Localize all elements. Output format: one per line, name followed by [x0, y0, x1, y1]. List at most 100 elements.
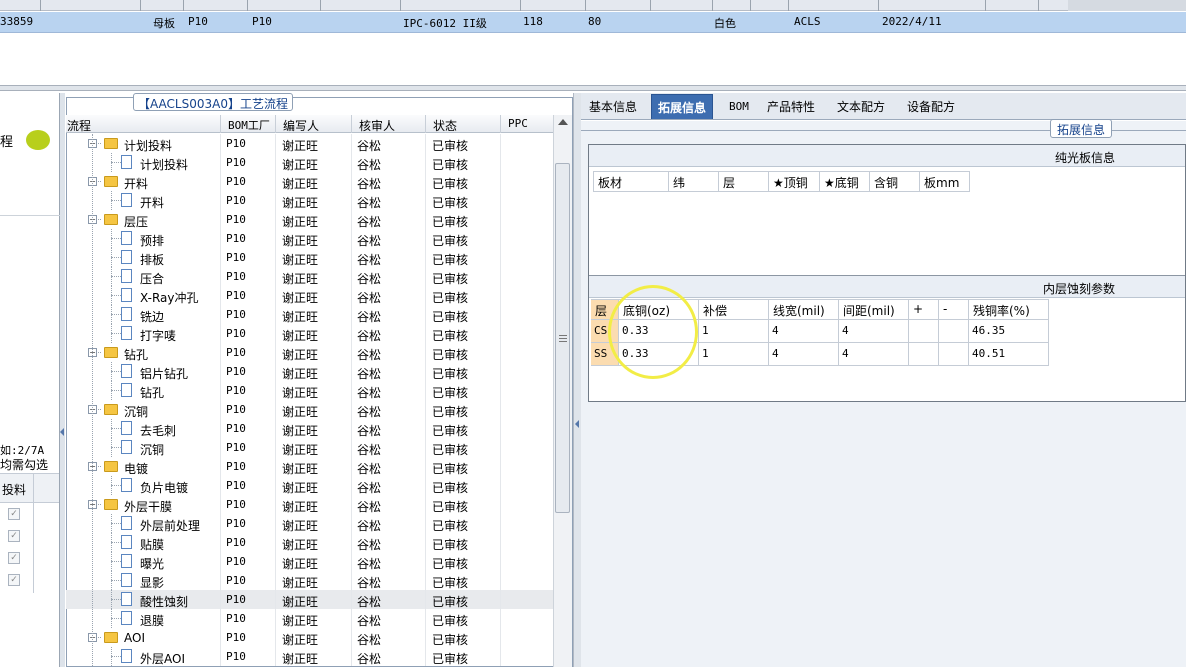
document-icon — [121, 383, 132, 397]
inner-etch-cell[interactable] — [909, 320, 939, 343]
col-header-writer[interactable]: 编写人 — [283, 117, 319, 134]
status-cell: 已审核 — [432, 652, 469, 666]
reviewer-cell: 谷松 — [357, 158, 382, 172]
flow-tree-row[interactable]: − AOI P10 谢正旺 谷松 已审核 — [66, 628, 553, 647]
flow-tree-row[interactable]: 铝片钻孔 P10 谢正旺 谷松 已审核 — [66, 362, 553, 381]
top-grid-scroll[interactable] — [1068, 0, 1186, 11]
writer-cell: 谢正旺 — [282, 519, 319, 533]
bom-factory-cell: P10 — [226, 422, 246, 435]
tab-product-features[interactable]: 产品特性 — [761, 94, 821, 119]
flow-tree-row[interactable]: 酸性蚀刻 P10 谢正旺 谷松 已审核 — [66, 590, 553, 609]
flow-tree-row[interactable]: 负片电镀 P10 谢正旺 谷松 已审核 — [66, 476, 553, 495]
flow-tree-row[interactable]: 开料 P10 谢正旺 谷松 已审核 — [66, 191, 553, 210]
col-header-reviewer[interactable]: 核审人 — [359, 117, 395, 134]
inner-etch-cell[interactable] — [939, 320, 969, 343]
inner-etch-col-header[interactable]: 线宽(mil) — [769, 299, 839, 320]
reviewer-cell: 谷松 — [357, 652, 382, 666]
flow-tree-row[interactable]: 退膜 P10 谢正旺 谷松 已审核 — [66, 609, 553, 628]
flow-step-name: 钻孔 — [124, 348, 149, 362]
tab-text-recipe[interactable]: 文本配方 — [831, 94, 891, 119]
flow-tree-row[interactable]: 预排 P10 谢正旺 谷松 已审核 — [66, 229, 553, 248]
bom-factory-cell: P10 — [226, 327, 246, 340]
flow-tree-row[interactable]: 去毛刺 P10 谢正旺 谷松 已审核 — [66, 419, 553, 438]
col-header-ppc[interactable]: PPC — [508, 117, 528, 130]
flow-tree-row[interactable]: 显影 P10 谢正旺 谷松 已审核 — [66, 571, 553, 590]
tab-extended-info[interactable]: 拓展信息 — [651, 94, 714, 119]
flow-tree-row[interactable]: − 开料 P10 谢正旺 谷松 已审核 — [66, 172, 553, 191]
col-header-flow[interactable]: 流程 — [67, 117, 91, 134]
top-grid-selected-row[interactable]: 33859 母板 P10 P10 IPC-6012 II级 118 80 白色 … — [0, 12, 1186, 33]
flow-tree-row[interactable]: 排板 P10 谢正旺 谷松 已审核 — [66, 248, 553, 267]
flow-tree-row[interactable]: 打字唛 P10 谢正旺 谷松 已审核 — [66, 324, 553, 343]
tab-basic-info[interactable]: 基本信息 — [583, 94, 643, 119]
inner-etch-cell[interactable]: 40.51 — [969, 343, 1049, 366]
feed-checkbox[interactable]: ✓ — [8, 530, 20, 542]
flow-tree-row[interactable]: − 外层干膜 P10 谢正旺 谷松 已审核 — [66, 495, 553, 514]
tab-equipment-recipe[interactable]: 设备配方 — [901, 94, 961, 119]
flow-tree-row[interactable]: 钻孔 P10 谢正旺 谷松 已审核 — [66, 381, 553, 400]
flow-scroll-thumb[interactable] — [555, 163, 570, 513]
light-board-col-header[interactable]: 纬 — [669, 171, 719, 192]
inner-etch-cell[interactable]: 4 — [769, 343, 839, 366]
flow-tree-row[interactable]: − 钻孔 P10 谢正旺 谷松 已审核 — [66, 343, 553, 362]
document-icon — [121, 592, 132, 606]
tab-bom[interactable]: BOM — [723, 94, 755, 119]
flow-tree-row[interactable]: 计划投料 P10 谢正旺 谷松 已审核 — [66, 153, 553, 172]
flow-tree-row[interactable]: − 电镀 P10 谢正旺 谷松 已审核 — [66, 457, 553, 476]
light-board-col-header[interactable]: ★顶铜 — [769, 171, 820, 192]
inner-etch-cell[interactable]: 4 — [839, 320, 909, 343]
feed-checkbox[interactable]: ✓ — [8, 552, 20, 564]
inner-etch-col-header[interactable]: + — [909, 299, 939, 320]
inner-etch-cell[interactable] — [939, 343, 969, 366]
light-board-col-header[interactable]: 层 — [719, 171, 769, 192]
inner-etch-cell[interactable]: 1 — [699, 320, 769, 343]
light-board-col-header[interactable]: 板mm — [920, 171, 970, 192]
writer-cell: 谢正旺 — [282, 234, 319, 248]
reviewer-cell: 谷松 — [357, 557, 382, 571]
left-splitter[interactable] — [60, 93, 65, 667]
col-header-status[interactable]: 状态 — [433, 117, 457, 134]
inner-etch-cell[interactable]: 1 — [699, 343, 769, 366]
inner-etch-cell[interactable]: 4 — [839, 343, 909, 366]
feed-checkbox[interactable]: ✓ — [8, 508, 20, 520]
flow-tree-row[interactable]: 压合 P10 谢正旺 谷松 已审核 — [66, 267, 553, 286]
status-cell: 已审核 — [432, 481, 469, 495]
top-splitter[interactable] — [0, 85, 1186, 91]
collapse-right-icon[interactable] — [575, 420, 579, 428]
flow-tree-row[interactable]: 贴膜 P10 谢正旺 谷松 已审核 — [66, 533, 553, 552]
flow-tree-row[interactable]: 曝光 P10 谢正旺 谷松 已审核 — [66, 552, 553, 571]
bom-factory-cell: P10 — [226, 479, 246, 492]
inner-etch-col-header[interactable]: 残铜率(%) — [969, 299, 1049, 320]
status-cell: 已审核 — [432, 595, 469, 609]
inner-etch-col-header[interactable]: 补偿 — [699, 299, 769, 320]
flow-tree-row[interactable]: 外层AOI P10 谢正旺 谷松 已审核 — [66, 647, 553, 666]
flow-tree-row[interactable]: 沉铜 P10 谢正旺 谷松 已审核 — [66, 438, 553, 457]
writer-cell: 谢正旺 — [282, 405, 319, 419]
scroll-up-arrow-icon[interactable] — [558, 119, 568, 125]
col-header-bom-factory[interactable]: BOM工厂 — [228, 117, 270, 133]
flow-tree-row[interactable]: − 层压 P10 谢正旺 谷松 已审核 — [66, 210, 553, 229]
collapse-left-icon[interactable] — [60, 428, 64, 436]
flow-tree-row[interactable]: − 计划投料 P10 谢正旺 谷松 已审核 — [66, 134, 553, 153]
flow-tree-row[interactable]: X-Ray冲孔 P10 谢正旺 谷松 已审核 — [66, 286, 553, 305]
light-board-col-header[interactable]: 含铜 — [870, 171, 920, 192]
flow-tree-row[interactable]: − 沉铜 P10 谢正旺 谷松 已审核 — [66, 400, 553, 419]
inner-etch-cell[interactable]: 4 — [769, 320, 839, 343]
document-icon — [121, 250, 132, 264]
inner-etch-cell[interactable] — [909, 343, 939, 366]
inner-etch-cell[interactable]: 46.35 — [969, 320, 1049, 343]
light-board-col-header[interactable]: 板材 — [593, 171, 669, 192]
status-cell: 已审核 — [432, 139, 469, 153]
feed-checkbox[interactable]: ✓ — [8, 574, 20, 586]
writer-cell: 谢正旺 — [282, 538, 319, 552]
status-cell: 已审核 — [432, 500, 469, 514]
flow-step-name: 排板 — [140, 253, 165, 267]
inner-etch-col-header[interactable]: 间距(mil) — [839, 299, 909, 320]
inner-etch-col-header[interactable]: - — [939, 299, 969, 320]
flow-tree-row[interactable]: 外层前处理 P10 谢正旺 谷松 已审核 — [66, 514, 553, 533]
chat-bubble-icon[interactable] — [26, 130, 50, 150]
light-board-col-header[interactable]: ★底铜 — [820, 171, 870, 192]
main-splitter[interactable] — [573, 93, 581, 667]
flow-tree-row[interactable]: 铣边 P10 谢正旺 谷松 已审核 — [66, 305, 553, 324]
writer-cell: 谢正旺 — [282, 329, 319, 343]
